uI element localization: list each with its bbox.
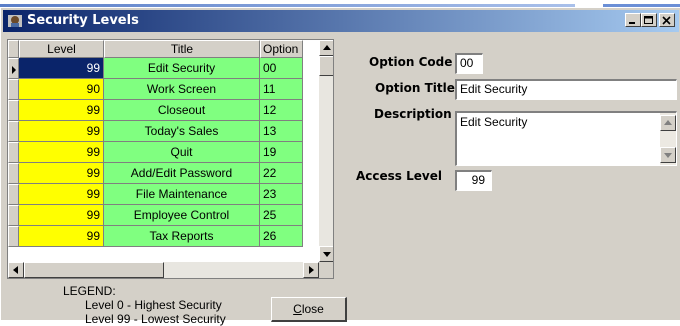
scroll-corner <box>319 262 333 278</box>
description-label: Description <box>374 107 452 121</box>
vertical-scrollbar[interactable] <box>319 40 333 262</box>
table-row[interactable]: 99 Today's Sales 13 <box>8 121 319 142</box>
table-row[interactable]: 99 File Maintenance 23 <box>8 184 319 205</box>
grid-header: Level Title Option <box>8 40 303 58</box>
minimize-button[interactable] <box>625 13 641 27</box>
header-title[interactable]: Title <box>104 40 260 58</box>
security-levels-window: Security Levels Level Title Option 99 Edi… <box>0 8 680 326</box>
table-row[interactable]: 99 Quit 19 <box>8 142 319 163</box>
horizontal-scroll-thumb[interactable] <box>24 262 164 278</box>
arrow-down-icon <box>323 252 331 257</box>
title-cell[interactable]: Tax Reports <box>104 226 260 247</box>
table-row[interactable]: 99 Tax Reports 26 <box>8 226 319 247</box>
option-cell[interactable]: 00 <box>260 58 303 79</box>
description-scrollbar[interactable] <box>660 113 676 165</box>
title-cell[interactable]: Today's Sales <box>104 121 260 142</box>
background-strip <box>0 0 680 8</box>
header-indicator <box>8 40 19 58</box>
row-indicator[interactable] <box>8 142 19 163</box>
level-cell[interactable]: 99 <box>19 100 104 121</box>
table-row[interactable]: 99 Closeout 12 <box>8 100 319 121</box>
close-icon <box>662 16 671 25</box>
maximize-icon <box>644 16 653 24</box>
level-cell[interactable]: 99 <box>19 142 104 163</box>
header-level[interactable]: Level <box>19 40 104 58</box>
window-title: Security Levels <box>27 13 139 28</box>
level-cell[interactable]: 90 <box>19 79 104 100</box>
access-level-label: Access Level <box>356 169 442 183</box>
arrow-up-icon <box>664 120 672 125</box>
row-indicator[interactable] <box>8 163 19 184</box>
legend-line-highest: Level 0 - Highest Security <box>85 298 222 312</box>
legend-heading: LEGEND: <box>63 284 116 298</box>
option-cell[interactable]: 25 <box>260 205 303 226</box>
table-row[interactable]: 99 Edit Security 00 <box>8 58 319 79</box>
title-cell[interactable]: Closeout <box>104 100 260 121</box>
level-cell[interactable]: 99 <box>19 121 104 142</box>
scroll-left-button[interactable] <box>8 262 24 278</box>
option-cell[interactable]: 26 <box>260 226 303 247</box>
option-cell[interactable]: 12 <box>260 100 303 121</box>
access-level-field[interactable]: 99 <box>455 170 492 191</box>
option-cell[interactable]: 19 <box>260 142 303 163</box>
description-scroll-down[interactable] <box>660 147 676 163</box>
close-button-accel: C <box>293 302 302 316</box>
row-indicator[interactable] <box>8 100 19 121</box>
minimize-icon <box>629 22 635 24</box>
level-cell[interactable]: 99 <box>19 184 104 205</box>
title-bar[interactable]: Security Levels <box>3 10 679 32</box>
row-indicator[interactable] <box>8 58 19 79</box>
close-window-button[interactable] <box>659 13 675 27</box>
horizontal-scrollbar[interactable] <box>8 262 319 278</box>
option-code-label: Option Code <box>369 55 453 69</box>
legend-line-lowest: Level 99 - Lowest Security <box>85 312 226 326</box>
title-cell[interactable]: Work Screen <box>104 79 260 100</box>
row-indicator[interactable] <box>8 184 19 205</box>
option-cell[interactable]: 13 <box>260 121 303 142</box>
table-row[interactable]: 90 Work Screen 11 <box>8 79 319 100</box>
option-title-field[interactable]: Edit Security <box>455 79 677 100</box>
description-field[interactable]: Edit Security <box>455 111 677 166</box>
security-grid[interactable]: Level Title Option 99 Edit Security 00 90 Wo… <box>7 39 334 279</box>
option-cell[interactable]: 22 <box>260 163 303 184</box>
description-scroll-up[interactable] <box>660 115 676 131</box>
row-indicator[interactable] <box>8 121 19 142</box>
option-title-label: Option Title <box>375 81 455 95</box>
close-button-label: lose <box>301 302 324 316</box>
app-icon <box>8 15 22 27</box>
table-row[interactable]: 99 Employee Control 25 <box>8 205 319 226</box>
scroll-up-button[interactable] <box>319 40 333 56</box>
title-cell[interactable]: Employee Control <box>104 205 260 226</box>
close-button[interactable]: Close <box>271 297 347 322</box>
description-text: Edit Security <box>460 115 528 129</box>
level-cell[interactable]: 99 <box>19 58 104 79</box>
row-indicator[interactable] <box>8 205 19 226</box>
scroll-down-button[interactable] <box>319 246 333 262</box>
arrow-left-icon <box>13 266 18 274</box>
title-cell[interactable]: File Maintenance <box>104 184 260 205</box>
level-cell[interactable]: 99 <box>19 205 104 226</box>
arrow-down-icon <box>664 153 672 158</box>
current-row-pointer-icon <box>12 66 16 74</box>
row-indicator[interactable] <box>8 79 19 100</box>
option-code-field[interactable]: 00 <box>455 53 483 74</box>
level-cell[interactable]: 99 <box>19 226 104 247</box>
row-indicator[interactable] <box>8 226 19 247</box>
title-cell[interactable]: Add/Edit Password <box>104 163 260 184</box>
option-cell[interactable]: 23 <box>260 184 303 205</box>
level-cell[interactable]: 99 <box>19 163 104 184</box>
vertical-scroll-thumb[interactable] <box>319 56 333 76</box>
maximize-button[interactable] <box>641 13 657 27</box>
option-cell[interactable]: 11 <box>260 79 303 100</box>
arrow-up-icon <box>323 45 331 50</box>
arrow-right-icon <box>309 266 314 274</box>
grid-rows: 99 Edit Security 00 90 Work Screen 11 99 Closeo… <box>8 58 319 247</box>
table-row[interactable]: 99 Add/Edit Password 22 <box>8 163 319 184</box>
title-cell[interactable]: Quit <box>104 142 260 163</box>
scroll-right-button[interactable] <box>303 262 319 278</box>
header-option[interactable]: Option <box>260 40 303 58</box>
title-cell[interactable]: Edit Security <box>104 58 260 79</box>
